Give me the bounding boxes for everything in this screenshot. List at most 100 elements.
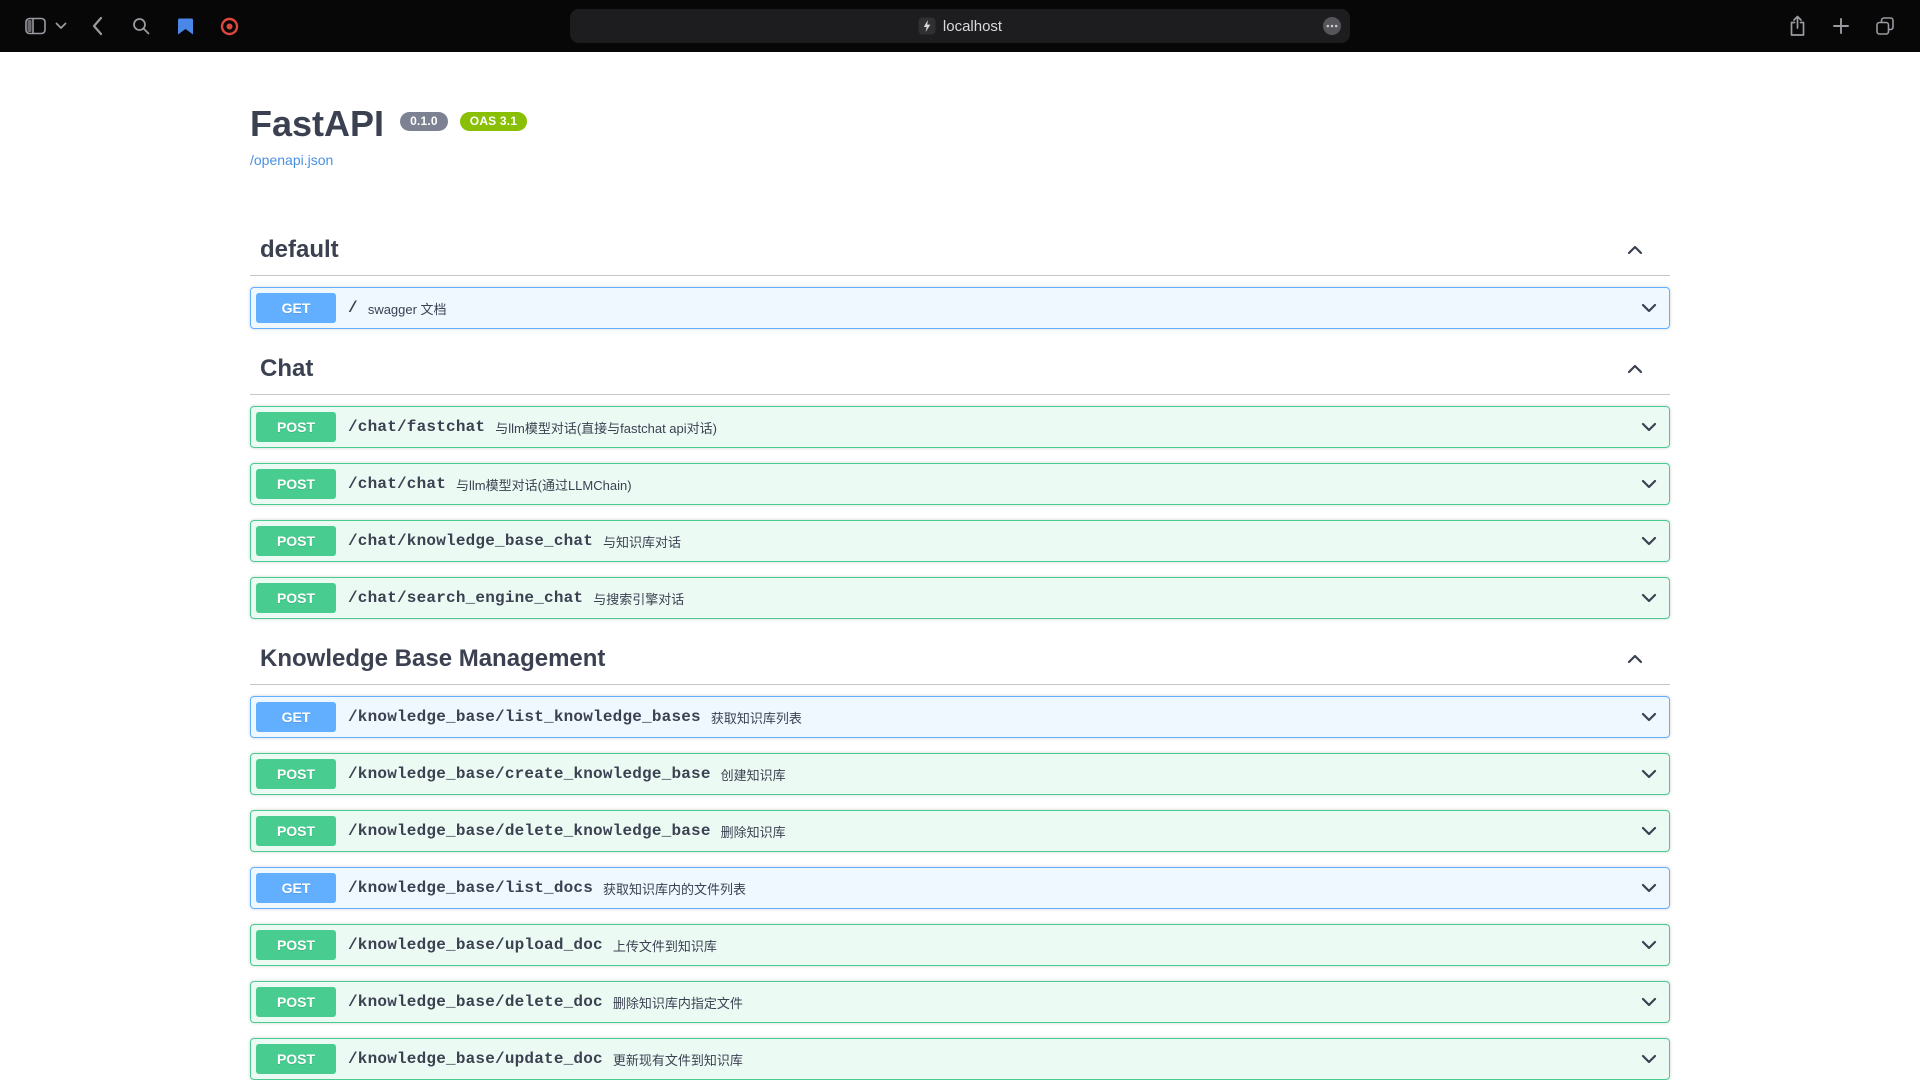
- plus-icon: [1832, 17, 1850, 35]
- endpoint-path: /chat/fastchat: [336, 418, 495, 436]
- expand-endpoint-button[interactable]: [1634, 759, 1664, 789]
- method-badge: POST: [256, 1044, 336, 1074]
- ellipsis-circle-icon: [1322, 16, 1342, 36]
- endpoint-row[interactable]: POST /knowledge_base/create_knowledge_ba…: [250, 753, 1670, 795]
- expand-endpoint-button[interactable]: [1634, 987, 1664, 1017]
- method-badge: POST: [256, 583, 336, 613]
- endpoint-row[interactable]: GET / swagger 文档: [250, 287, 1670, 329]
- endpoint-description: swagger 文档: [368, 297, 1634, 318]
- swagger-wrapper: FastAPI 0.1.0 OAS 3.1 /openapi.json defa…: [230, 104, 1690, 1080]
- expand-endpoint-button[interactable]: [1634, 1044, 1664, 1074]
- endpoint-row[interactable]: POST /chat/fastchat 与llm模型对话(直接与fastchat…: [250, 406, 1670, 448]
- endpoint-list: POST /chat/fastchat 与llm模型对话(直接与fastchat…: [250, 406, 1670, 619]
- expand-endpoint-button[interactable]: [1634, 526, 1664, 556]
- section-title: default: [260, 236, 1620, 264]
- endpoint-row[interactable]: GET /knowledge_base/list_docs 获取知识库内的文件列…: [250, 867, 1670, 909]
- collapse-section-button[interactable]: [1620, 354, 1650, 384]
- endpoint-description: 更新现有文件到知识库: [613, 1048, 1634, 1069]
- endpoint-summary[interactable]: POST /knowledge_base/upload_doc 上传文件到知识库: [251, 925, 1669, 965]
- endpoint-row[interactable]: GET /knowledge_base/list_knowledge_bases…: [250, 696, 1670, 738]
- expand-endpoint-button[interactable]: [1634, 873, 1664, 903]
- expand-endpoint-button[interactable]: [1634, 583, 1664, 613]
- endpoint-path: /knowledge_base/delete_knowledge_base: [336, 822, 721, 840]
- endpoint-summary[interactable]: POST /chat/search_engine_chat 与搜索引擎对话: [251, 578, 1669, 618]
- api-sections: default GET / swagger 文档 Chat: [250, 225, 1670, 1080]
- endpoint-summary[interactable]: POST /knowledge_base/delete_knowledge_ba…: [251, 811, 1669, 851]
- expand-endpoint-button[interactable]: [1634, 293, 1664, 323]
- sidebar-toggle-icon: [25, 17, 46, 35]
- method-badge: GET: [256, 702, 336, 732]
- method-badge: GET: [256, 293, 336, 323]
- chevron-down-icon: [1639, 588, 1659, 608]
- endpoint-summary[interactable]: GET /knowledge_base/list_docs 获取知识库内的文件列…: [251, 868, 1669, 908]
- method-badge: POST: [256, 526, 336, 556]
- endpoint-row[interactable]: POST /knowledge_base/upload_doc 上传文件到知识库: [250, 924, 1670, 966]
- endpoint-row[interactable]: POST /knowledge_base/update_doc 更新现有文件到知…: [250, 1038, 1670, 1080]
- method-badge: POST: [256, 759, 336, 789]
- expand-endpoint-button[interactable]: [1634, 816, 1664, 846]
- endpoint-path: /chat/search_engine_chat: [336, 589, 593, 607]
- share-button[interactable]: [1780, 9, 1814, 43]
- endpoint-summary[interactable]: POST /chat/fastchat 与llm模型对话(直接与fastchat…: [251, 407, 1669, 447]
- expand-endpoint-button[interactable]: [1634, 702, 1664, 732]
- sidebar-toggle-button[interactable]: [18, 9, 52, 43]
- endpoint-row[interactable]: POST /knowledge_base/delete_doc 删除知识库内指定…: [250, 981, 1670, 1023]
- api-section: Chat POST /chat/fastchat 与llm模型对话(直接与fas…: [250, 344, 1670, 619]
- endpoint-row[interactable]: POST /chat/chat 与llm模型对话(通过LLMChain): [250, 463, 1670, 505]
- section-header[interactable]: default: [250, 225, 1670, 276]
- version-badge: 0.1.0: [400, 112, 448, 131]
- method-badge: POST: [256, 987, 336, 1017]
- collapse-section-button[interactable]: [1620, 644, 1650, 674]
- openapi-spec-link[interactable]: /openapi.json: [250, 152, 333, 168]
- endpoint-description: 与llm模型对话(通过LLMChain): [456, 473, 1634, 494]
- endpoint-summary[interactable]: POST /chat/chat 与llm模型对话(通过LLMChain): [251, 464, 1669, 504]
- endpoint-summary[interactable]: GET /knowledge_base/list_knowledge_bases…: [251, 697, 1669, 737]
- page-menu-button[interactable]: [1322, 16, 1342, 36]
- endpoint-summary[interactable]: POST /knowledge_base/update_doc 更新现有文件到知…: [251, 1039, 1669, 1079]
- endpoint-row[interactable]: POST /knowledge_base/delete_knowledge_ba…: [250, 810, 1670, 852]
- sidebar-chevron-button[interactable]: [52, 9, 70, 43]
- endpoint-summary[interactable]: POST /knowledge_base/delete_doc 删除知识库内指定…: [251, 982, 1669, 1022]
- tab-overview-icon: [1875, 16, 1895, 36]
- search-icon: [131, 16, 151, 36]
- endpoint-list: GET /knowledge_base/list_knowledge_bases…: [250, 696, 1670, 1080]
- endpoint-path: /knowledge_base/list_docs: [336, 879, 603, 897]
- new-tab-button[interactable]: [1824, 9, 1858, 43]
- chevron-up-icon: [1625, 240, 1645, 260]
- api-title-text: FastAPI: [250, 103, 384, 144]
- endpoint-path: /knowledge_base/create_knowledge_base: [336, 765, 721, 783]
- endpoint-description: 与知识库对话: [603, 530, 1634, 551]
- endpoint-summary[interactable]: GET / swagger 文档: [251, 288, 1669, 328]
- endpoint-summary[interactable]: POST /chat/knowledge_base_chat 与知识库对话: [251, 521, 1669, 561]
- section-header[interactable]: Chat: [250, 344, 1670, 395]
- endpoint-row[interactable]: POST /chat/search_engine_chat 与搜索引擎对话: [250, 577, 1670, 619]
- endpoint-description: 上传文件到知识库: [613, 934, 1634, 955]
- collapse-section-button[interactable]: [1620, 235, 1650, 265]
- expand-endpoint-button[interactable]: [1634, 412, 1664, 442]
- address-bar[interactable]: localhost: [570, 9, 1350, 43]
- back-button[interactable]: [80, 9, 114, 43]
- back-arrow-icon: [91, 16, 103, 36]
- endpoint-description: 删除知识库内指定文件: [613, 991, 1634, 1012]
- chevron-down-icon: [1639, 531, 1659, 551]
- endpoint-description: 创建知识库: [721, 763, 1634, 784]
- section-title: Knowledge Base Management: [260, 645, 1620, 673]
- tab-overview-button[interactable]: [1868, 9, 1902, 43]
- chevron-down-icon: [1639, 764, 1659, 784]
- endpoint-row[interactable]: POST /chat/knowledge_base_chat 与知识库对话: [250, 520, 1670, 562]
- section-header[interactable]: Knowledge Base Management: [250, 634, 1670, 685]
- api-section: Knowledge Base Management GET /knowledge…: [250, 634, 1670, 1080]
- endpoint-path: /: [336, 299, 368, 317]
- target-extension-icon: [220, 17, 239, 36]
- endpoint-path: /knowledge_base/upload_doc: [336, 936, 613, 954]
- endpoint-description: 与搜索引擎对话: [593, 587, 1634, 608]
- section-title: Chat: [260, 355, 1620, 383]
- expand-endpoint-button[interactable]: [1634, 469, 1664, 499]
- search-button[interactable]: [124, 9, 158, 43]
- extension-blue-button[interactable]: [168, 9, 202, 43]
- expand-endpoint-button[interactable]: [1634, 930, 1664, 960]
- api-section: default GET / swagger 文档: [250, 225, 1670, 329]
- extension-orange-button[interactable]: [212, 9, 246, 43]
- chevron-down-icon: [1639, 821, 1659, 841]
- endpoint-summary[interactable]: POST /knowledge_base/create_knowledge_ba…: [251, 754, 1669, 794]
